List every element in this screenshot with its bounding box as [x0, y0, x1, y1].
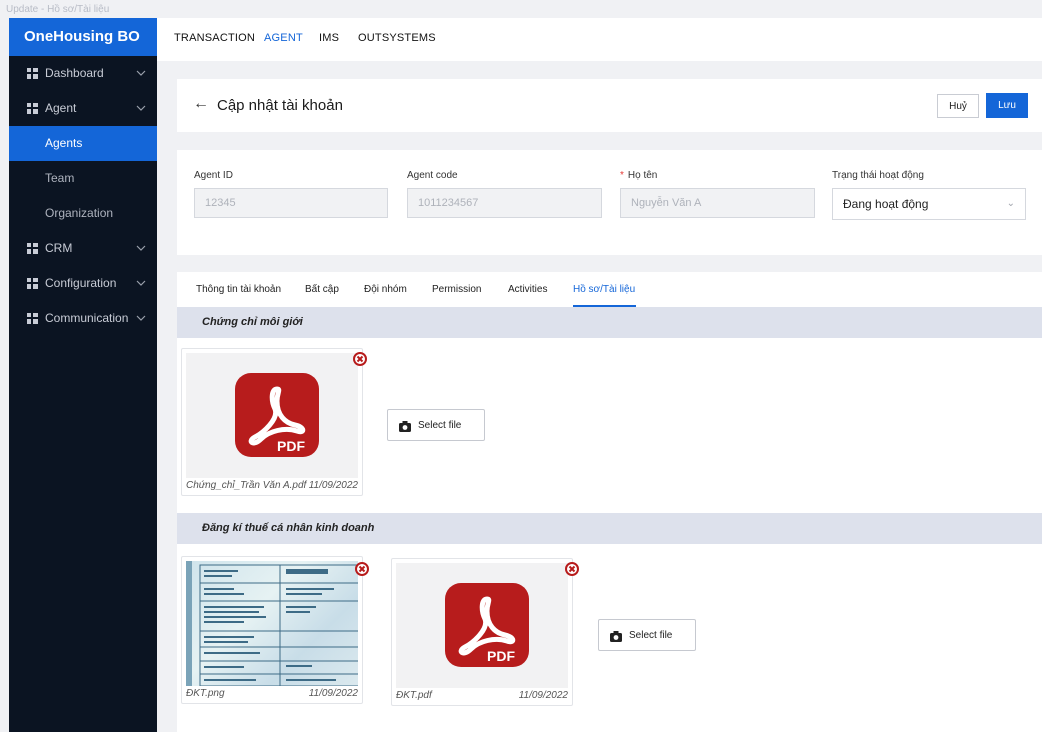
- remove-file-icon[interactable]: [565, 562, 579, 576]
- full-name-input[interactable]: Nguyễn Văn A: [620, 188, 815, 218]
- full-name-label: * Họ tên: [620, 170, 657, 181]
- topnav-tab-agent[interactable]: AGENT: [264, 32, 303, 44]
- pdf-file-icon: PDF: [445, 583, 529, 667]
- grid-icon: [27, 313, 38, 324]
- page-header: ← Cập nhật tài khoản Huỷ Lưu: [177, 79, 1042, 132]
- chevron-down-icon: [136, 105, 146, 111]
- grid-icon: [27, 68, 38, 79]
- status-label: Trạng thái hoạt động: [832, 170, 924, 181]
- tab-documents[interactable]: Hồ sơ/Tài liệu: [573, 284, 635, 295]
- tab-team[interactable]: Đội nhóm: [364, 284, 407, 295]
- brand-logo[interactable]: OneHousing BO: [9, 18, 157, 56]
- chevron-down-icon: [136, 245, 146, 251]
- tab-activities[interactable]: Activities: [508, 284, 547, 295]
- document-card[interactable]: ĐKT.png 11/09/2022: [181, 556, 363, 704]
- sidebar-item-label: Agent: [45, 101, 77, 115]
- agent-code-input[interactable]: 1011234567: [407, 188, 602, 218]
- grid-icon: [27, 278, 38, 289]
- file-name: ĐKT.png: [186, 688, 225, 699]
- sidebar: OneHousing BO Dashboard Agent Agents Tea…: [9, 18, 157, 732]
- sidebar-item-agent[interactable]: Agent: [9, 91, 157, 126]
- status-select-value: Đang hoạt động: [843, 197, 929, 211]
- section-header-broker-certificate: Chứng chỉ môi giới: [177, 307, 1042, 338]
- section-header-tax-registration: Đăng kí thuế cá nhân kinh doanh: [177, 513, 1042, 544]
- agent-code-label: Agent code: [407, 170, 458, 181]
- document-card[interactable]: PDF Chứng_chỉ_Trần Văn A.pdf 11/09/2022: [181, 348, 363, 496]
- document-thumbnail: PDF: [186, 353, 358, 478]
- status-select[interactable]: Đang hoạt động ⌄: [832, 188, 1026, 220]
- sidebar-subitem-agents[interactable]: Agents: [9, 126, 157, 161]
- sidebar-subitem-organization[interactable]: Organization: [9, 196, 157, 231]
- file-date: 11/09/2022: [308, 688, 358, 699]
- sidebar-item-label: Communication: [45, 311, 129, 325]
- sidebar-item-label: Configuration: [45, 276, 117, 290]
- sidebar-item-label: CRM: [45, 241, 73, 255]
- cancel-button[interactable]: Huỷ: [937, 94, 979, 118]
- camera-icon: [399, 421, 411, 432]
- sidebar-item-label: Dashboard: [45, 66, 104, 80]
- sidebar-item-configuration[interactable]: Configuration: [9, 266, 157, 301]
- chevron-down-icon: ⌄: [1006, 198, 1015, 209]
- sidebar-item-communication[interactable]: Communication: [9, 301, 157, 336]
- file-name: Chứng_chỉ_Trần Văn A.pdf: [186, 480, 307, 491]
- file-date: 11/09/2022: [518, 690, 568, 701]
- grid-icon: [27, 243, 38, 254]
- document-card[interactable]: PDF ĐKT.pdf 11/09/2022: [391, 558, 573, 706]
- topnav-tab-outsystems[interactable]: OUTSYSTEMS: [358, 32, 436, 44]
- file-name: ĐKT.pdf: [396, 690, 432, 701]
- tab-issues[interactable]: Bất cập: [305, 284, 339, 295]
- camera-icon: [610, 631, 622, 642]
- scan-illustration: [186, 561, 358, 686]
- required-asterisk: *: [620, 170, 624, 181]
- documents-panel: Thông tin tài khoản Bất cập Đội nhóm Per…: [177, 272, 1042, 732]
- save-button[interactable]: Lưu: [986, 93, 1028, 118]
- select-file-button[interactable]: Select file: [387, 409, 485, 441]
- scanned-document-image: [186, 561, 358, 686]
- document-thumbnail: PDF: [396, 563, 568, 688]
- pdf-badge-text: PDF: [277, 438, 305, 454]
- top-navbar: TRANSACTION AGENT IMS OUTSYSTEMS: [157, 18, 1042, 61]
- detail-tabs: Thông tin tài khoản Bất cập Đội nhóm Per…: [177, 272, 1042, 307]
- select-file-label: Select file: [629, 630, 673, 641]
- file-date: 11/09/2022: [308, 480, 358, 491]
- tab-permission[interactable]: Permission: [432, 284, 481, 295]
- chevron-down-icon: [136, 70, 146, 76]
- agent-id-input[interactable]: 12345: [194, 188, 388, 218]
- full-name-label-text: Họ tên: [627, 170, 658, 181]
- pdf-badge-text: PDF: [487, 648, 515, 664]
- pdf-file-icon: PDF: [235, 373, 319, 457]
- account-form: Agent ID 12345 Agent code 1011234567 * Họ…: [177, 150, 1042, 255]
- grid-icon: [27, 103, 38, 114]
- chevron-down-icon: [136, 280, 146, 286]
- sidebar-item-dashboard[interactable]: Dashboard: [9, 56, 157, 91]
- sidebar-subitem-team[interactable]: Team: [9, 161, 157, 196]
- topnav-tab-ims[interactable]: IMS: [319, 32, 339, 44]
- page-title: Cập nhật tài khoản: [217, 97, 343, 114]
- window-title: Update - Hồ sơ/Tài liệu: [0, 0, 160, 18]
- select-file-label: Select file: [418, 420, 462, 431]
- agent-id-label: Agent ID: [194, 170, 233, 181]
- tab-account-info[interactable]: Thông tin tài khoản: [196, 284, 281, 295]
- chevron-down-icon: [136, 315, 146, 321]
- sidebar-item-crm[interactable]: CRM: [9, 231, 157, 266]
- back-arrow-icon[interactable]: ←: [193, 95, 209, 113]
- remove-file-icon[interactable]: [355, 562, 369, 576]
- remove-file-icon[interactable]: [353, 352, 367, 366]
- topnav-tab-transaction[interactable]: TRANSACTION: [174, 32, 255, 44]
- select-file-button[interactable]: Select file: [598, 619, 696, 651]
